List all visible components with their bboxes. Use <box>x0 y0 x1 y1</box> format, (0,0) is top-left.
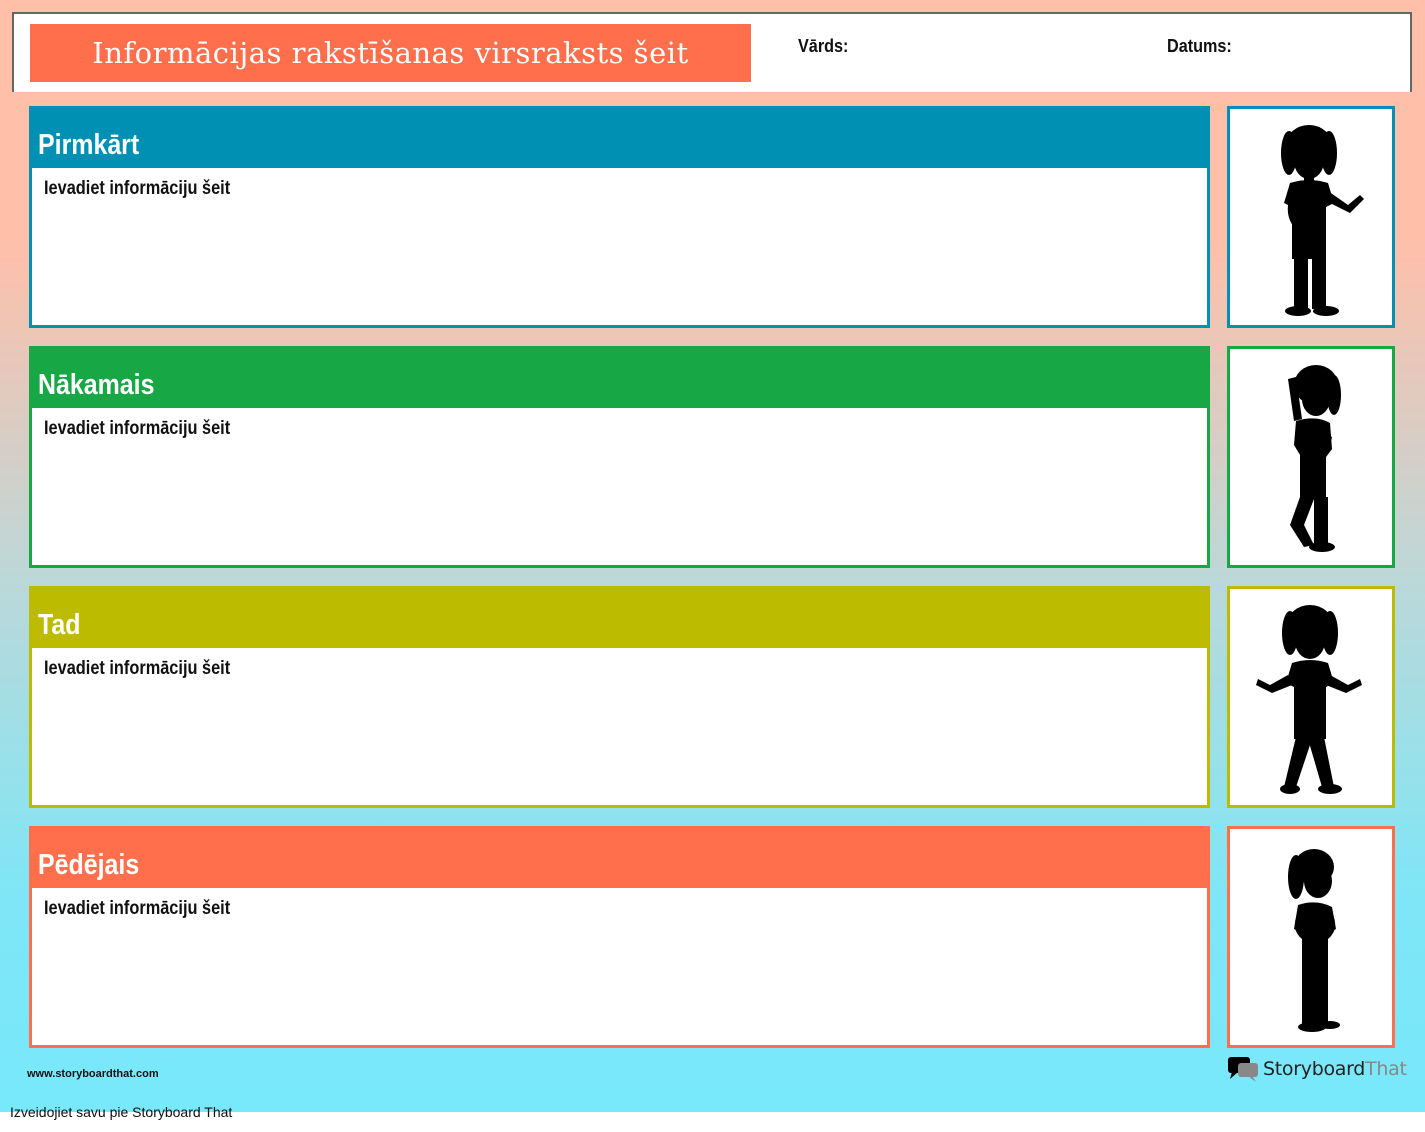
character-silhouette-icon <box>1288 365 1341 552</box>
character-silhouette-icon <box>1288 849 1340 1032</box>
character-silhouette-icon <box>1256 605 1362 794</box>
page-title[interactable]: Informācijas rakstīšanas virsraksts šeit <box>30 24 751 82</box>
section-text-field[interactable]: Ievadiet informāciju šeit <box>32 888 1207 920</box>
storyboardthat-logo: StoryboardThat <box>1228 1055 1408 1085</box>
section-text-field[interactable]: Ievadiet informāciju šeit <box>32 648 1207 680</box>
worksheet-page: Informācijas rakstīšanas virsraksts šeit… <box>0 0 1425 1112</box>
character-frame-next[interactable] <box>1227 346 1395 568</box>
speech-bubble-icon <box>1228 1057 1258 1082</box>
section-heading: Nākamais <box>32 349 1207 408</box>
section-text-field[interactable]: Ievadiet informāciju šeit <box>32 408 1207 440</box>
date-label: Datums: <box>1167 36 1232 56</box>
section-first[interactable]: Pirmkārt Ievadiet informāciju šeit <box>29 106 1210 328</box>
section-next[interactable]: Nākamais Ievadiet informāciju šeit <box>29 346 1210 568</box>
brand-that: That <box>1365 1058 1407 1080</box>
section-heading: Tad <box>32 589 1207 648</box>
section-heading: Pirmkārt <box>32 109 1207 168</box>
section-then[interactable]: Tad Ievadiet informāciju šeit <box>29 586 1210 808</box>
section-text-field[interactable]: Ievadiet informāciju šeit <box>32 168 1207 200</box>
character-frame-last[interactable] <box>1227 826 1395 1048</box>
footer-credit: Izveidojiet savu pie Storyboard That <box>10 1104 233 1120</box>
section-heading: Pēdējais <box>32 829 1207 888</box>
character-frame-then[interactable] <box>1227 586 1395 808</box>
name-label: Vārds: <box>798 36 849 56</box>
section-last[interactable]: Pēdējais Ievadiet informāciju šeit <box>29 826 1210 1048</box>
character-frame-first[interactable] <box>1227 106 1395 328</box>
brand-storyboard: Storyboard <box>1263 1058 1366 1080</box>
worksheet-header: Informācijas rakstīšanas virsraksts šeit… <box>12 12 1412 92</box>
website-link[interactable]: www.storyboardthat.com <box>27 1068 159 1080</box>
character-silhouette-icon <box>1281 125 1364 316</box>
